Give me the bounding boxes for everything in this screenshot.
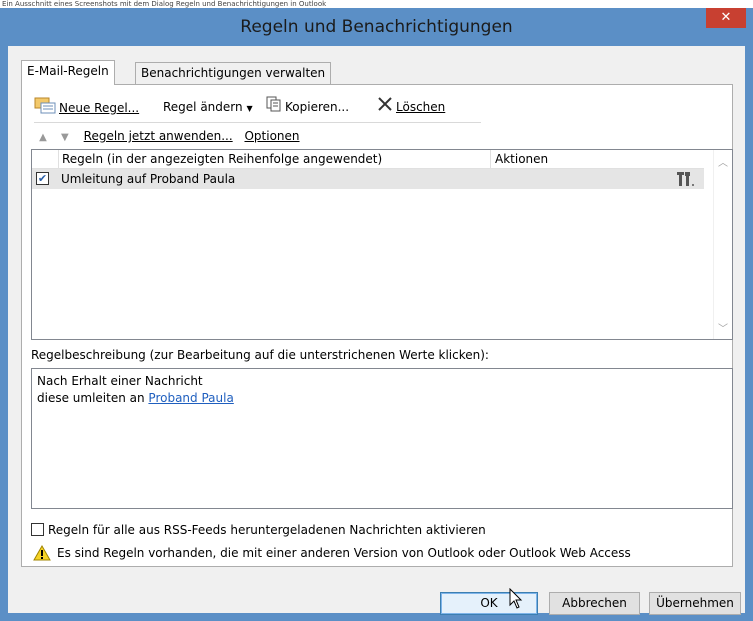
- dropdown-arrow-icon: ▼: [246, 104, 253, 113]
- column-header-actions[interactable]: Aktionen: [490, 150, 704, 168]
- close-button[interactable]: ✕: [706, 8, 746, 28]
- delete-rule-button[interactable]: Löschen: [377, 96, 445, 118]
- description-text: diese umleiten an: [37, 391, 149, 405]
- change-rule-button[interactable]: Regel ändern ▼: [163, 96, 253, 118]
- delete-label: Löschen: [396, 100, 446, 114]
- scroll-up-icon[interactable]: ︿: [714, 154, 732, 169]
- change-rule-label: Regel ändern: [163, 100, 243, 114]
- apply-rules-now-link[interactable]: Regeln jetzt anwenden...: [84, 129, 233, 143]
- options-link[interactable]: Optionen: [244, 129, 299, 143]
- ok-label: OK: [480, 596, 498, 610]
- email-rules-panel: Neue Regel... Regel ändern ▼ Kopieren...…: [21, 84, 733, 567]
- tab-label: Benachrichtigungen verwalten: [141, 66, 326, 80]
- tools-icon: [676, 171, 696, 190]
- cancel-label: Abbrechen: [562, 596, 627, 610]
- move-down-icon[interactable]: ▼: [56, 128, 74, 148]
- tab-email-rules[interactable]: E-Mail-Regeln: [21, 60, 115, 85]
- ok-button[interactable]: OK: [440, 592, 538, 615]
- caption-text: Ein Ausschnitt eines Screenshots mit dem…: [2, 0, 327, 8]
- move-up-icon[interactable]: ▲: [34, 128, 52, 148]
- description-line: Nach Erhalt einer Nachricht: [37, 374, 203, 388]
- rss-rules-checkbox[interactable]: [31, 523, 44, 536]
- delete-icon: [377, 96, 393, 119]
- rules-list-scrollbar[interactable]: ︿ ﹀: [713, 150, 732, 339]
- copy-rule-button[interactable]: Kopieren...: [266, 96, 349, 118]
- rules-actions-row: ▲ ▼ Regeln jetzt anwenden... Optionen: [34, 126, 299, 148]
- cancel-button[interactable]: Abbrechen: [549, 592, 640, 615]
- column-header-rules[interactable]: Regeln (in der angezeigten Reihenfolge a…: [58, 150, 490, 168]
- rules-list[interactable]: Regeln (in der angezeigten Reihenfolge a…: [31, 149, 733, 340]
- rule-name: Umleitung auf Proband Paula: [61, 172, 236, 186]
- warning-icon: [33, 544, 51, 561]
- tab-label: E-Mail-Regeln: [27, 64, 109, 78]
- new-rule-icon: [34, 96, 56, 121]
- tab-manage-alerts[interactable]: Benachrichtigungen verwalten: [135, 62, 332, 84]
- warning-text: Es sind Regeln vorhanden, die mit einer …: [57, 546, 631, 560]
- rss-rules-label: Regeln für alle aus RSS-Feeds herunterge…: [48, 523, 486, 537]
- rules-toolbar: Neue Regel... Regel ändern ▼ Kopieren...…: [34, 94, 481, 123]
- copy-icon: [266, 96, 282, 119]
- copy-label: Kopieren...: [285, 100, 350, 114]
- recipient-link[interactable]: Proband Paula: [148, 391, 233, 405]
- new-rule-label: Neue Regel...: [59, 101, 140, 115]
- rule-description-box: Nach Erhalt einer Nachricht diese umleit…: [31, 368, 733, 509]
- rules-list-header: Regeln (in der angezeigten Reihenfolge a…: [32, 150, 704, 169]
- rss-rules-option[interactable]: Regeln für alle aus RSS-Feeds herunterge…: [31, 522, 486, 538]
- title-bar: Regeln und Benachrichtigungen ✕: [0, 8, 753, 46]
- description-label: Regelbeschreibung (zur Bearbeitung auf d…: [31, 348, 489, 362]
- scroll-down-icon[interactable]: ﹀: [714, 320, 732, 335]
- rules-dialog: Regeln und Benachrichtigungen ✕ E-Mail-R…: [0, 8, 753, 621]
- warning-message: Es sind Regeln vorhanden, die mit einer …: [33, 544, 631, 562]
- close-icon: ✕: [720, 10, 732, 25]
- mouse-cursor-icon: [509, 588, 523, 609]
- dialog-title: Regeln und Benachrichtigungen: [240, 17, 513, 37]
- apply-button[interactable]: Übernehmen: [649, 592, 741, 615]
- apply-label: Übernehmen: [656, 596, 734, 610]
- new-rule-button[interactable]: Neue Regel...: [34, 96, 139, 118]
- dialog-client-area: E-Mail-Regeln Benachrichtigungen verwalt…: [8, 46, 745, 615]
- rule-enabled-checkbox[interactable]: ✔: [36, 172, 49, 185]
- rule-row[interactable]: ✔ Umleitung auf Proband Paula: [32, 169, 704, 189]
- description-line: diese umleiten an Proband Paula: [37, 390, 727, 407]
